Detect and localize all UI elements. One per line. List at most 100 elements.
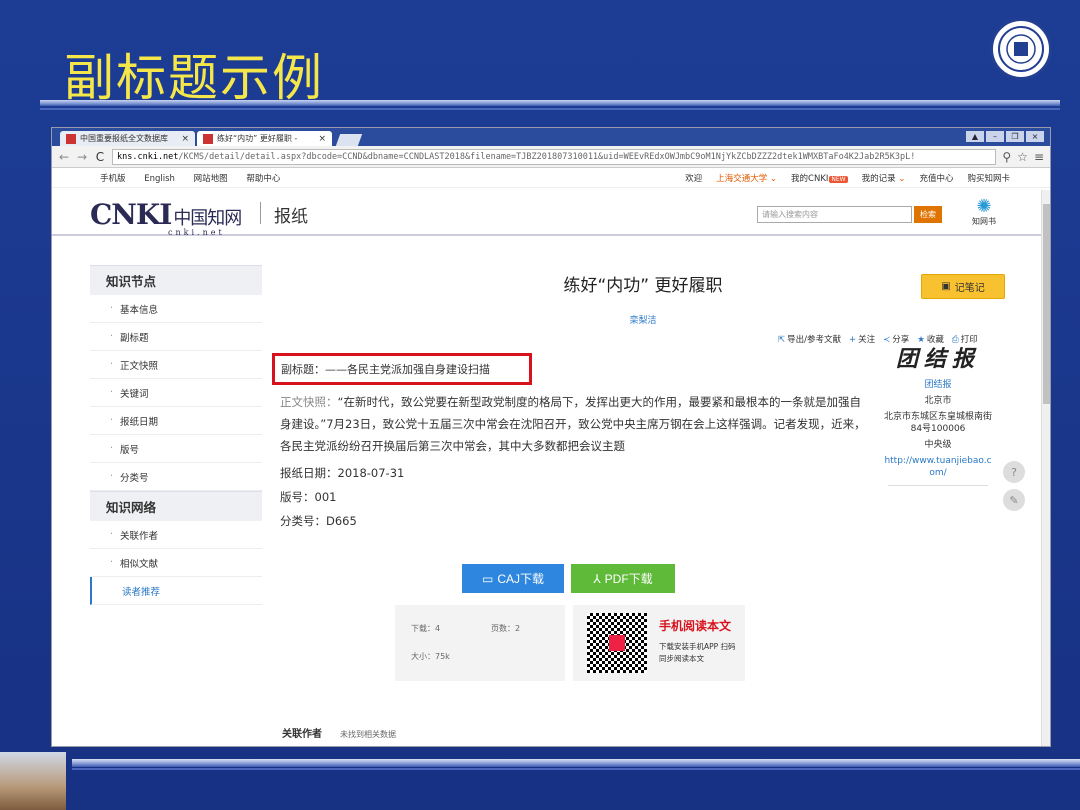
related-authors-cut: 关联作者 未找到相关数据 (282, 729, 396, 740)
app-logo-icon: ✺ (976, 196, 992, 217)
classification-code: 分类号：D665 (280, 514, 357, 528)
article-title: 练好“内功” 更好履职 (563, 276, 723, 296)
newspaper-city: 北京市 (924, 396, 952, 406)
sidebar-item-basic[interactable]: 基本信息 (90, 295, 262, 323)
nav-mobile[interactable]: 手机版 (100, 174, 126, 184)
search-button[interactable]: 检索 (914, 206, 942, 223)
buy-card-link[interactable]: 购买知网卡 (967, 172, 1010, 184)
share-button[interactable]: ≺ 分享 (883, 333, 909, 345)
search-input[interactable]: 请输入搜索内容 (757, 206, 912, 223)
close-tab-icon[interactable]: × (318, 134, 326, 144)
back-icon[interactable]: ← (58, 150, 70, 164)
sidebar-item-edition[interactable]: 版号 (90, 435, 262, 463)
mobile-read-desc: 下载安装手机APP 扫码同步阅读本文 (659, 642, 736, 663)
sidebar-item-similar[interactable]: 相似文献 (90, 549, 262, 577)
forward-icon[interactable]: → (76, 150, 88, 164)
bottom-rule (72, 759, 1080, 767)
browser-tab-2[interactable]: 练好“内功” 更好履职 - × (197, 131, 332, 146)
scrollbar-thumb[interactable] (1043, 204, 1050, 404)
site-brand-header: CNKI 中国知网 cnki.net 报纸 请输入搜索内容 检索 ✺ 知网书 (52, 188, 1050, 237)
note-icon: ▣ (941, 281, 951, 292)
newspaper-website[interactable]: http://www.tuanjiebao.com/ (883, 455, 993, 479)
close-tab-icon[interactable]: × (181, 134, 189, 144)
book-icon: ▭ (481, 571, 494, 586)
subtitle-highlight: 副标题：——各民主党派加强自身建设扫描 (272, 353, 532, 385)
cnki-logo[interactable]: CNKI 中国知网 cnki.net (90, 198, 242, 237)
download-stats: 下载：4 页数：2 大小：75k (395, 605, 565, 681)
search-icon[interactable]: ⚲ (1002, 150, 1011, 164)
new-tab-button[interactable] (335, 134, 363, 146)
reload-icon[interactable]: C (94, 150, 106, 164)
brand-divider (260, 202, 261, 224)
pdf-icon: ⅄ (593, 571, 601, 586)
article-tools: ⇱ 导出/参考文献 + 关注 ≺ 分享 ★ 收藏 ⎙ 打印 (778, 333, 978, 345)
newspaper-logo: 团结报 (895, 346, 980, 372)
sidebar-item-subtitle[interactable]: 副标题 (90, 323, 262, 351)
page-scrollbar[interactable] (1041, 190, 1050, 746)
sidebar-item-snapshot[interactable]: 正文快照 (90, 351, 262, 379)
article-meta: 报纸日期：2018-07-31 版号：001 分类号：D665 (280, 461, 404, 533)
float-tools: ? ✎ (1003, 461, 1025, 517)
article-author[interactable]: 栾梨洁 (278, 313, 1008, 326)
edition-number: 版号：001 (280, 490, 337, 504)
take-note-button[interactable]: ▣ 记笔记 (921, 274, 1005, 299)
qr-code-icon (587, 613, 647, 673)
printer-icon: ⎙ (951, 335, 959, 345)
pencil-icon[interactable]: ✎ (1003, 489, 1025, 511)
card-divider (888, 485, 988, 486)
my-records-dropdown[interactable]: 我的记录 ⌄ (862, 172, 906, 184)
sidebar-item-keywords[interactable]: 关键词 (90, 379, 262, 407)
title-rule-thin (40, 108, 1060, 110)
mobile-read-title: 手机阅读本文 (659, 619, 732, 633)
title-rule (40, 100, 1060, 106)
browser-window: 中国重要报纸全文数据库 × 练好“内功” 更好履职 - × ▲ – ❐ × ← → … (51, 127, 1051, 747)
paper-date: 报纸日期：2018-07-31 (280, 466, 405, 480)
new-badge: NEW (829, 175, 848, 183)
newspaper-level: 中央级 (924, 440, 952, 450)
nav-english[interactable]: English (144, 174, 175, 184)
user-icon[interactable]: ▲ (966, 131, 984, 142)
help-icon[interactable]: ? (1003, 461, 1025, 483)
file-size: 大小：75k (411, 652, 450, 661)
welcome-text: 欢迎 (685, 173, 703, 184)
export-button[interactable]: ⇱ 导出/参考文献 (778, 333, 841, 345)
bottom-rule-thin (72, 768, 1080, 770)
favorite-button[interactable]: ★ 收藏 (917, 333, 944, 345)
page-count: 页数：2 (491, 624, 521, 633)
sidebar-item-recommend[interactable]: 读者推荐 (90, 577, 262, 605)
export-icon: ⇱ (778, 335, 786, 345)
site-top-nav: 手机版 English 网站地图 帮助中心 欢迎 上海交通大学 ⌄ 我的CNKI… (52, 168, 1050, 188)
university-seal-icon (990, 18, 1052, 80)
campus-photo (0, 752, 66, 810)
knowledge-sidebar: 知识节点 基本信息 副标题 正文快照 关键词 报纸日期 版号 分类号 知识网络 … (90, 265, 262, 605)
window-controls: ▲ – ❐ × (966, 131, 1044, 142)
favicon-icon (66, 133, 76, 144)
bookmark-star-icon[interactable]: ☆ (1017, 150, 1028, 164)
recharge-link[interactable]: 充值中心 (919, 172, 953, 184)
org-dropdown[interactable]: 上海交通大学 ⌄ (716, 172, 777, 184)
minimize-icon[interactable]: – (986, 131, 1004, 142)
sidebar-item-date[interactable]: 报纸日期 (90, 407, 262, 435)
nav-sitemap[interactable]: 网站地图 (194, 174, 228, 184)
follow-button[interactable]: + 关注 (849, 333, 875, 345)
sidebar-item-class[interactable]: 分类号 (90, 463, 262, 491)
close-window-icon[interactable]: × (1026, 131, 1044, 142)
star-icon: ★ (917, 335, 925, 345)
newspaper-card: 团结报 团结报 北京市 北京市东城区东皇城根南街84号100006 中央级 ht… (883, 346, 993, 486)
tab-bar: 中国重要报纸全文数据库 × 练好“内功” 更好履职 - × ▲ – ❐ × (52, 128, 1050, 146)
pdf-download-button[interactable]: ⅄ PDF下载 (571, 564, 675, 593)
newspaper-name[interactable]: 团结报 (883, 379, 993, 391)
sidebar-item-authors[interactable]: 关联作者 (90, 521, 262, 549)
abstract-snapshot: 正文快照：“在新时代，致公党要在新型政党制度的格局下，发挥出更大的作用，最要紧和… (280, 395, 866, 453)
url-field[interactable]: kns.cnki.net/KCMS/detail/detail.aspx?dbc… (112, 148, 997, 165)
print-button[interactable]: ⎙ 打印 (952, 333, 978, 345)
browser-tab-1[interactable]: 中国重要报纸全文数据库 × (60, 131, 195, 146)
maximize-icon[interactable]: ❐ (1006, 131, 1024, 142)
caj-download-button[interactable]: ▭ CAJ下载 (462, 564, 564, 593)
sidebar-group-network: 知识网络 (90, 491, 262, 521)
newspaper-address: 北京市东城区东皇城根南街84号100006 (883, 412, 992, 434)
menu-icon[interactable]: ≡ (1034, 150, 1044, 164)
zhiwang-app-link[interactable]: ✺ 知网书 (964, 198, 1004, 232)
my-cnki-link[interactable]: 我的CNKI NEW (791, 172, 848, 184)
nav-help[interactable]: 帮助中心 (246, 174, 280, 184)
